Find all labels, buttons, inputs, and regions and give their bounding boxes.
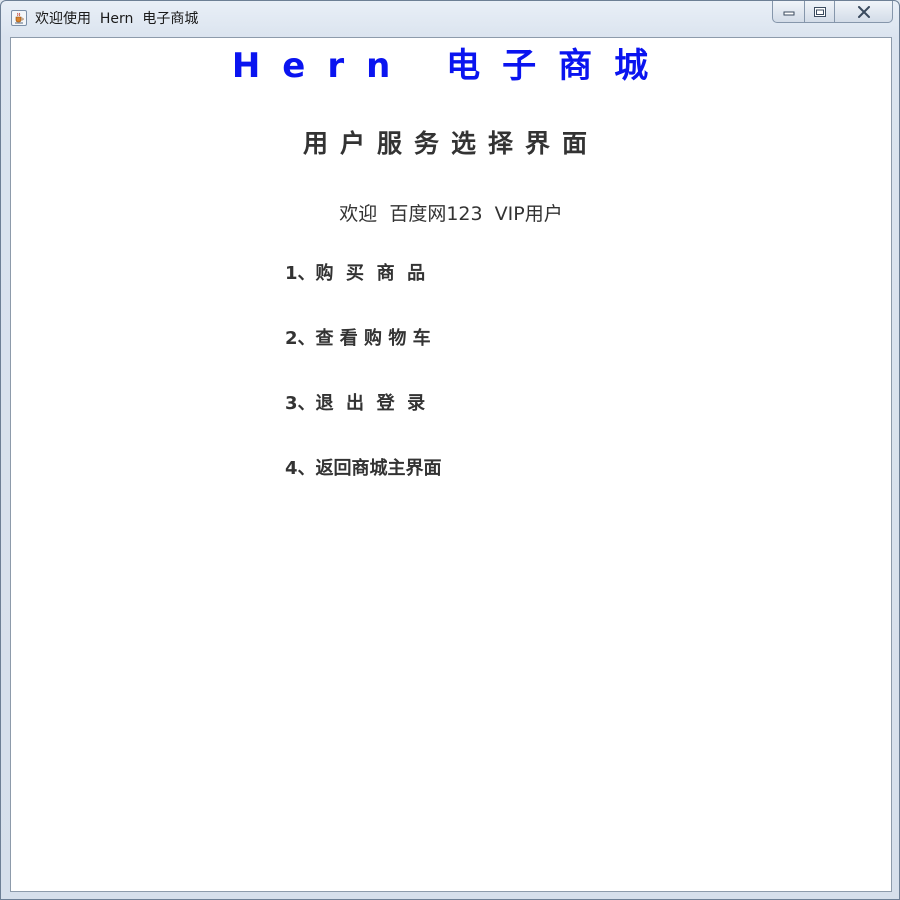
close-icon	[857, 5, 870, 18]
app-window: 欢迎使用 Hern 电子商城 Hern 电子商城 用户服务选择界面 欢迎 百度网…	[0, 0, 900, 900]
content-panel: Hern 电子商城 用户服务选择界面 欢迎 百度网123 VIP用户 1、购 买…	[10, 37, 892, 892]
welcome-text: 欢迎 百度网123 VIP用户	[339, 203, 563, 225]
caption-buttons	[772, 1, 893, 23]
java-cup-icon[interactable]	[11, 10, 27, 26]
close-button[interactable]	[835, 1, 893, 23]
title-bar[interactable]: 欢迎使用 Hern 电子商城	[1, 1, 899, 36]
page-heading: 用户服务选择界面	[302, 129, 599, 158]
maximize-icon	[813, 6, 826, 17]
minimize-button[interactable]	[772, 1, 805, 23]
menu-item-buy-products[interactable]: 1、购 买 商 品	[285, 263, 425, 285]
window-title: 欢迎使用 Hern 电子商城	[35, 11, 199, 27]
menu-item-logout[interactable]: 3、退 出 登 录	[285, 393, 425, 415]
minimize-icon	[783, 11, 794, 15]
menu-item-view-cart[interactable]: 2、查 看 购 物 车	[285, 328, 431, 350]
store-title: Hern 电子商城	[231, 46, 671, 86]
maximize-button[interactable]	[805, 1, 835, 23]
menu-item-return-main[interactable]: 4、返回商城主界面	[285, 458, 442, 480]
